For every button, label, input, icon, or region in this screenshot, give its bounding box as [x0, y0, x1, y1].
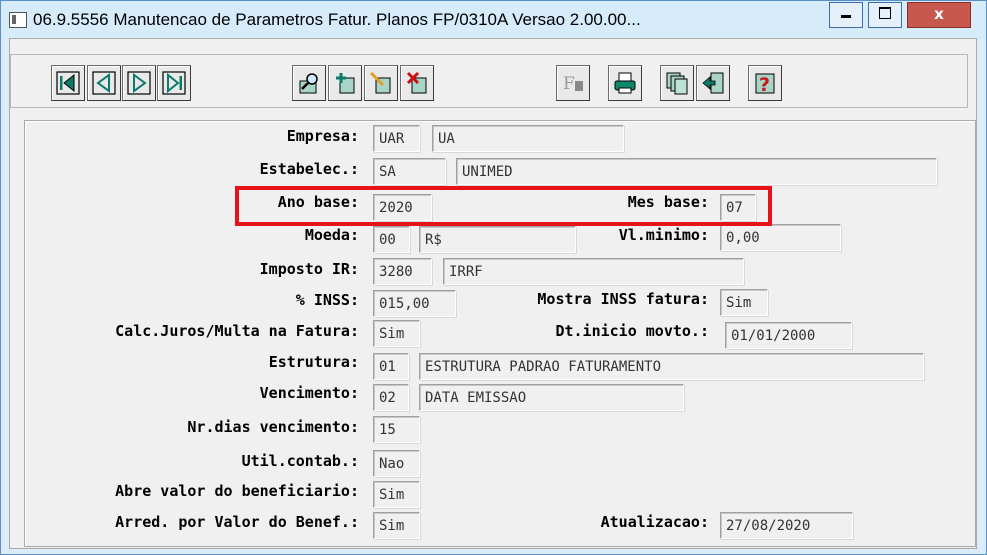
print-icon [614, 72, 636, 94]
vencimento-name-field: DATA EMISSAO [419, 384, 684, 411]
maximize-icon [879, 7, 891, 19]
maximize-button[interactable] [868, 2, 902, 28]
copy-button[interactable] [660, 65, 694, 101]
nr-dias-label: Nr.dias vencimento: [187, 418, 359, 436]
previous-record-icon [92, 71, 116, 95]
exit-button[interactable] [696, 65, 730, 101]
last-record-icon [162, 71, 186, 95]
close-icon: x [934, 5, 944, 23]
next-record-icon [127, 71, 151, 95]
imposto-ir-label: Imposto IR: [259, 260, 359, 278]
dt-inicio-field[interactable]: 01/01/2000 [725, 322, 852, 349]
moeda-label: Moeda: [304, 226, 359, 244]
first-record-button[interactable] [51, 65, 85, 101]
filter-icon: F [563, 74, 583, 94]
edit-record-icon [369, 71, 391, 94]
vl-minimo-label: Vl.minimo: [618, 226, 709, 244]
application-icon[interactable] [9, 12, 27, 28]
delete-record-button[interactable] [400, 65, 434, 101]
mostra-inss-label: Mostra INSS fatura: [537, 290, 709, 308]
arred-field[interactable]: Sim [373, 512, 420, 539]
inss-label: % INSS: [295, 291, 359, 309]
vencimento-code-field[interactable]: 02 [373, 384, 409, 411]
svg-text:F: F [563, 74, 575, 94]
help-button[interactable]: ? [748, 65, 782, 101]
window-title: 06.9.5556 Manutencao de Parametros Fatur… [33, 10, 641, 29]
nr-dias-field[interactable]: 15 [373, 416, 420, 443]
minimize-icon [841, 14, 851, 18]
empresa-code-field[interactable]: UAR [373, 125, 420, 152]
estrutura-code-field[interactable]: 01 [373, 353, 409, 380]
exit-icon [702, 72, 724, 94]
calc-juros-label: Calc.Juros/Multa na Fatura: [115, 322, 359, 340]
svg-text:?: ? [759, 74, 770, 95]
empresa-label: Empresa: [286, 127, 359, 145]
add-record-button[interactable] [328, 65, 362, 101]
abre-valor-label: Abre valor do beneficiario: [115, 482, 359, 500]
search-button[interactable] [292, 65, 326, 101]
moeda-name-field: R$ [419, 226, 576, 253]
atualizacao-field: 27/08/2020 [720, 512, 853, 539]
abre-valor-field[interactable]: Sim [373, 481, 420, 508]
estabelec-label: Estabelec.: [259, 160, 359, 178]
help-icon: ? [755, 73, 775, 95]
vl-minimo-field[interactable]: 0,00 [720, 224, 841, 251]
title-bar: 06.9.5556 Manutencao de Parametros Fatur… [1, 1, 986, 39]
delete-record-icon [406, 71, 427, 94]
estrutura-name-field: ESTRUTURA PADRAO FATURAMENTO [419, 353, 924, 380]
print-button[interactable] [608, 65, 642, 101]
last-record-button[interactable] [157, 65, 191, 101]
moeda-code-field[interactable]: 00 [373, 226, 410, 253]
util-contab-field[interactable]: Nao [373, 450, 420, 477]
edit-record-button[interactable] [364, 65, 398, 101]
add-record-icon [336, 73, 355, 94]
empresa-name-field: UA [432, 125, 624, 152]
estabelec-code-field[interactable]: SA [373, 158, 446, 185]
search-zoom-icon [299, 73, 318, 94]
estabelec-name-field: UNIMED [456, 158, 937, 185]
inss-field[interactable]: 015,00 [373, 290, 456, 317]
next-record-button[interactable] [122, 65, 156, 101]
first-record-icon [56, 71, 80, 95]
highlight-box [235, 186, 772, 226]
minimize-button[interactable] [829, 2, 863, 28]
previous-record-button[interactable] [87, 65, 121, 101]
estrutura-label: Estrutura: [268, 353, 359, 371]
imposto-ir-code-field[interactable]: 3280 [373, 258, 432, 285]
close-button[interactable]: x [907, 2, 971, 28]
dt-inicio-label: Dt.inicio movto.: [555, 322, 709, 340]
calc-juros-field[interactable]: Sim [373, 320, 420, 347]
vencimento-label: Vencimento: [259, 384, 359, 402]
imposto-ir-name-field: IRRF [443, 258, 744, 285]
mostra-inss-field[interactable]: Sim [720, 289, 768, 316]
arred-label: Arred. por Valor do Benef.: [115, 513, 359, 531]
util-contab-label: Util.contab.: [241, 452, 359, 470]
filter-button[interactable]: F [556, 65, 590, 101]
copy-icon [666, 72, 688, 95]
atualizacao-label: Atualizacao: [600, 513, 709, 531]
